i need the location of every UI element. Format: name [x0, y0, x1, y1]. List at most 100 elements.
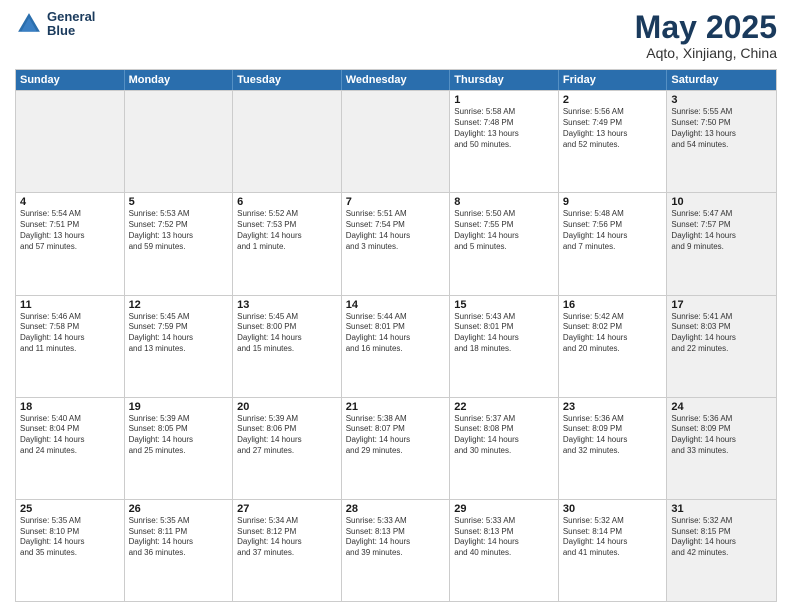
day-number: 26 [129, 503, 229, 515]
day-number: 24 [671, 401, 772, 413]
day-number: 3 [671, 94, 772, 106]
calendar-header-cell: Wednesday [342, 70, 451, 90]
day-number: 22 [454, 401, 554, 413]
calendar-cell: 10Sunrise: 5:47 AM Sunset: 7:57 PM Dayli… [667, 193, 776, 294]
cell-text: Sunrise: 5:44 AM Sunset: 8:01 PM Dayligh… [346, 312, 446, 355]
calendar-header-row: SundayMondayTuesdayWednesdayThursdayFrid… [16, 70, 776, 90]
day-number: 13 [237, 299, 337, 311]
cell-text: Sunrise: 5:37 AM Sunset: 8:08 PM Dayligh… [454, 414, 554, 457]
calendar-cell: 31Sunrise: 5:32 AM Sunset: 8:15 PM Dayli… [667, 500, 776, 601]
day-number: 23 [563, 401, 663, 413]
day-number: 4 [20, 196, 120, 208]
calendar-cell [233, 91, 342, 192]
calendar-cell: 28Sunrise: 5:33 AM Sunset: 8:13 PM Dayli… [342, 500, 451, 601]
calendar-cell: 18Sunrise: 5:40 AM Sunset: 8:04 PM Dayli… [16, 398, 125, 499]
calendar-week: 11Sunrise: 5:46 AM Sunset: 7:58 PM Dayli… [16, 295, 776, 397]
day-number: 19 [129, 401, 229, 413]
calendar-header-cell: Thursday [450, 70, 559, 90]
logo-icon [15, 10, 43, 38]
page: General Blue May 2025 Aqto, Xinjiang, Ch… [0, 0, 792, 612]
day-number: 29 [454, 503, 554, 515]
cell-text: Sunrise: 5:36 AM Sunset: 8:09 PM Dayligh… [563, 414, 663, 457]
cell-text: Sunrise: 5:46 AM Sunset: 7:58 PM Dayligh… [20, 312, 120, 355]
cell-text: Sunrise: 5:58 AM Sunset: 7:48 PM Dayligh… [454, 107, 554, 150]
calendar-cell: 15Sunrise: 5:43 AM Sunset: 8:01 PM Dayli… [450, 296, 559, 397]
cell-text: Sunrise: 5:36 AM Sunset: 8:09 PM Dayligh… [671, 414, 772, 457]
cell-text: Sunrise: 5:32 AM Sunset: 8:15 PM Dayligh… [671, 516, 772, 559]
day-number: 25 [20, 503, 120, 515]
cell-text: Sunrise: 5:34 AM Sunset: 8:12 PM Dayligh… [237, 516, 337, 559]
calendar-header-cell: Saturday [667, 70, 776, 90]
cell-text: Sunrise: 5:50 AM Sunset: 7:55 PM Dayligh… [454, 209, 554, 252]
day-number: 11 [20, 299, 120, 311]
calendar-cell: 2Sunrise: 5:56 AM Sunset: 7:49 PM Daylig… [559, 91, 668, 192]
cell-text: Sunrise: 5:35 AM Sunset: 8:10 PM Dayligh… [20, 516, 120, 559]
calendar-cell: 23Sunrise: 5:36 AM Sunset: 8:09 PM Dayli… [559, 398, 668, 499]
calendar-cell: 11Sunrise: 5:46 AM Sunset: 7:58 PM Dayli… [16, 296, 125, 397]
logo-text: General Blue [47, 10, 95, 39]
day-number: 5 [129, 196, 229, 208]
day-number: 16 [563, 299, 663, 311]
logo-line1: General [47, 10, 95, 24]
day-number: 27 [237, 503, 337, 515]
calendar-header-cell: Monday [125, 70, 234, 90]
cell-text: Sunrise: 5:40 AM Sunset: 8:04 PM Dayligh… [20, 414, 120, 457]
cell-text: Sunrise: 5:56 AM Sunset: 7:49 PM Dayligh… [563, 107, 663, 150]
calendar-cell: 29Sunrise: 5:33 AM Sunset: 8:13 PM Dayli… [450, 500, 559, 601]
calendar-cell: 7Sunrise: 5:51 AM Sunset: 7:54 PM Daylig… [342, 193, 451, 294]
calendar-cell: 8Sunrise: 5:50 AM Sunset: 7:55 PM Daylig… [450, 193, 559, 294]
calendar-cell [16, 91, 125, 192]
calendar-cell: 30Sunrise: 5:32 AM Sunset: 8:14 PM Dayli… [559, 500, 668, 601]
day-number: 10 [671, 196, 772, 208]
day-number: 14 [346, 299, 446, 311]
day-number: 1 [454, 94, 554, 106]
cell-text: Sunrise: 5:43 AM Sunset: 8:01 PM Dayligh… [454, 312, 554, 355]
day-number: 6 [237, 196, 337, 208]
cell-text: Sunrise: 5:39 AM Sunset: 8:05 PM Dayligh… [129, 414, 229, 457]
logo: General Blue [15, 10, 95, 39]
calendar-cell: 22Sunrise: 5:37 AM Sunset: 8:08 PM Dayli… [450, 398, 559, 499]
cell-text: Sunrise: 5:41 AM Sunset: 8:03 PM Dayligh… [671, 312, 772, 355]
day-number: 18 [20, 401, 120, 413]
calendar-cell: 19Sunrise: 5:39 AM Sunset: 8:05 PM Dayli… [125, 398, 234, 499]
title-block: May 2025 Aqto, Xinjiang, China [635, 10, 777, 61]
main-title: May 2025 [635, 10, 777, 45]
calendar-cell: 13Sunrise: 5:45 AM Sunset: 8:00 PM Dayli… [233, 296, 342, 397]
cell-text: Sunrise: 5:54 AM Sunset: 7:51 PM Dayligh… [20, 209, 120, 252]
cell-text: Sunrise: 5:35 AM Sunset: 8:11 PM Dayligh… [129, 516, 229, 559]
calendar-cell: 17Sunrise: 5:41 AM Sunset: 8:03 PM Dayli… [667, 296, 776, 397]
calendar-cell: 16Sunrise: 5:42 AM Sunset: 8:02 PM Dayli… [559, 296, 668, 397]
cell-text: Sunrise: 5:47 AM Sunset: 7:57 PM Dayligh… [671, 209, 772, 252]
cell-text: Sunrise: 5:53 AM Sunset: 7:52 PM Dayligh… [129, 209, 229, 252]
cell-text: Sunrise: 5:39 AM Sunset: 8:06 PM Dayligh… [237, 414, 337, 457]
calendar-cell [342, 91, 451, 192]
cell-text: Sunrise: 5:32 AM Sunset: 8:14 PM Dayligh… [563, 516, 663, 559]
day-number: 31 [671, 503, 772, 515]
calendar-cell: 5Sunrise: 5:53 AM Sunset: 7:52 PM Daylig… [125, 193, 234, 294]
day-number: 28 [346, 503, 446, 515]
calendar-cell: 25Sunrise: 5:35 AM Sunset: 8:10 PM Dayli… [16, 500, 125, 601]
day-number: 8 [454, 196, 554, 208]
calendar-header-cell: Friday [559, 70, 668, 90]
day-number: 15 [454, 299, 554, 311]
cell-text: Sunrise: 5:52 AM Sunset: 7:53 PM Dayligh… [237, 209, 337, 252]
calendar-cell: 20Sunrise: 5:39 AM Sunset: 8:06 PM Dayli… [233, 398, 342, 499]
calendar-cell: 14Sunrise: 5:44 AM Sunset: 8:01 PM Dayli… [342, 296, 451, 397]
calendar-body: 1Sunrise: 5:58 AM Sunset: 7:48 PM Daylig… [16, 90, 776, 601]
calendar-cell: 4Sunrise: 5:54 AM Sunset: 7:51 PM Daylig… [16, 193, 125, 294]
day-number: 9 [563, 196, 663, 208]
calendar-cell: 6Sunrise: 5:52 AM Sunset: 7:53 PM Daylig… [233, 193, 342, 294]
day-number: 7 [346, 196, 446, 208]
calendar-cell: 1Sunrise: 5:58 AM Sunset: 7:48 PM Daylig… [450, 91, 559, 192]
calendar: SundayMondayTuesdayWednesdayThursdayFrid… [15, 69, 777, 602]
calendar-cell: 3Sunrise: 5:55 AM Sunset: 7:50 PM Daylig… [667, 91, 776, 192]
calendar-cell: 9Sunrise: 5:48 AM Sunset: 7:56 PM Daylig… [559, 193, 668, 294]
cell-text: Sunrise: 5:48 AM Sunset: 7:56 PM Dayligh… [563, 209, 663, 252]
calendar-week: 4Sunrise: 5:54 AM Sunset: 7:51 PM Daylig… [16, 192, 776, 294]
cell-text: Sunrise: 5:42 AM Sunset: 8:02 PM Dayligh… [563, 312, 663, 355]
day-number: 12 [129, 299, 229, 311]
cell-text: Sunrise: 5:55 AM Sunset: 7:50 PM Dayligh… [671, 107, 772, 150]
calendar-week: 18Sunrise: 5:40 AM Sunset: 8:04 PM Dayli… [16, 397, 776, 499]
cell-text: Sunrise: 5:33 AM Sunset: 8:13 PM Dayligh… [346, 516, 446, 559]
day-number: 30 [563, 503, 663, 515]
